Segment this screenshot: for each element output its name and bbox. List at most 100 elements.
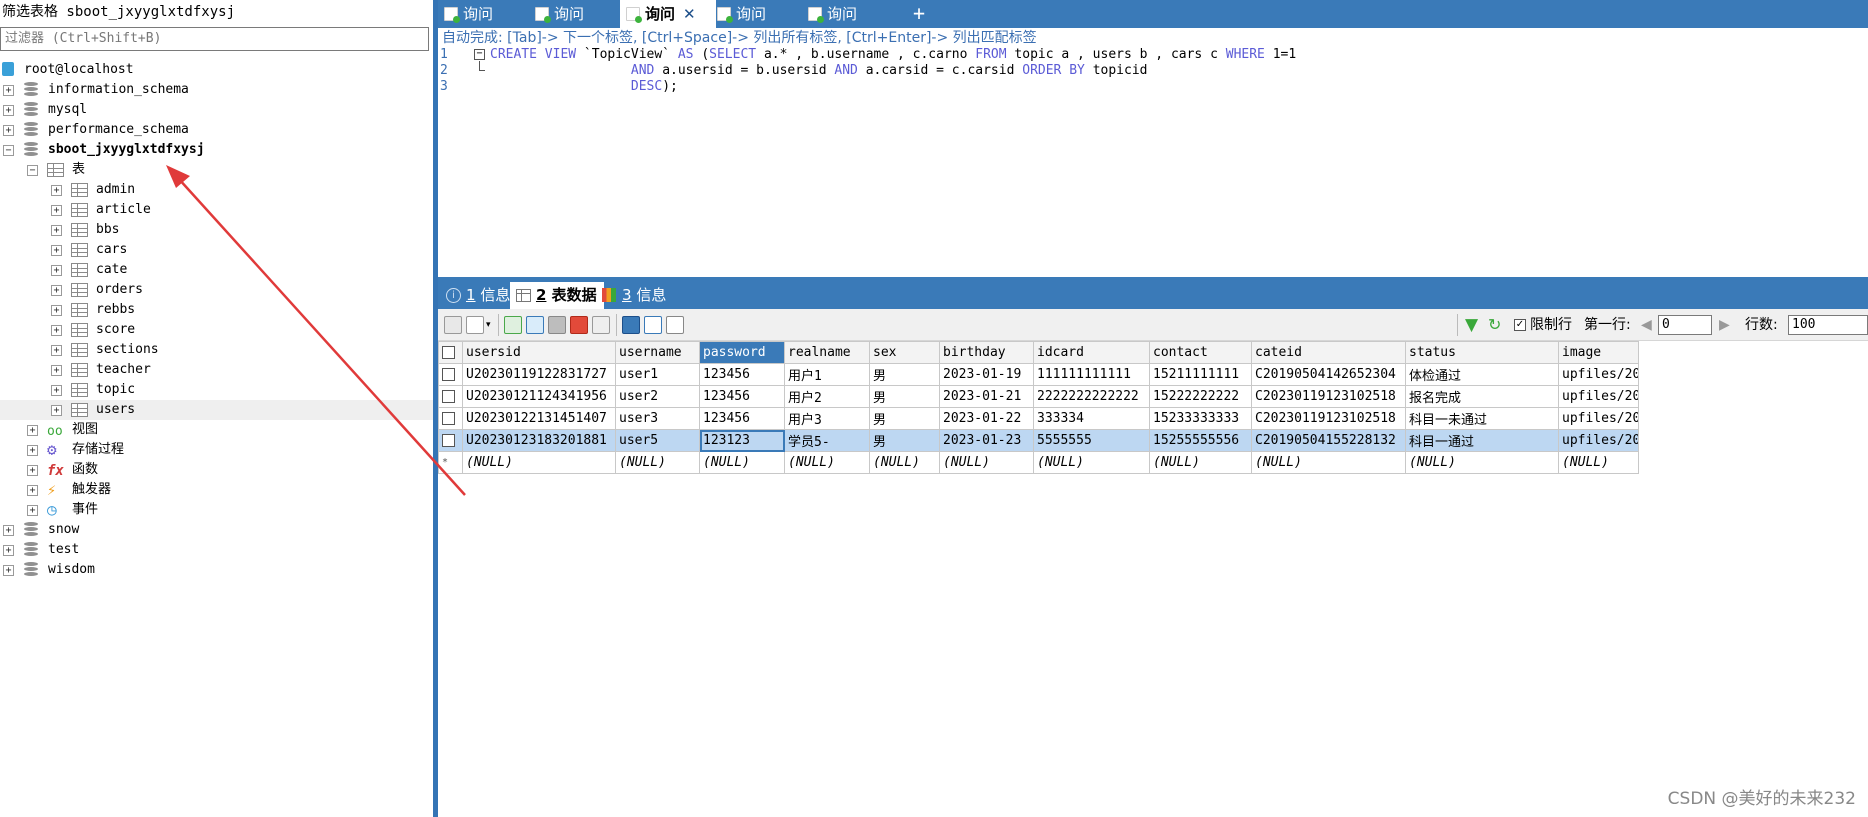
rows-input[interactable]: 100	[1788, 315, 1868, 335]
row-checkbox[interactable]	[438, 385, 463, 408]
tree-folder-procedure[interactable]: + ⚙ 存储过程	[0, 440, 433, 460]
expand-icon[interactable]: +	[51, 385, 62, 396]
prev-page-icon[interactable]: ◀	[1641, 316, 1652, 334]
new-row[interactable]: * (NULL) (NULL) (NULL) (NULL) (NULL) (NULL) (NU…	[438, 451, 1639, 474]
cell-idcard[interactable]: 111111111111	[1033, 363, 1150, 386]
cell-realname[interactable]: 用户1	[784, 363, 870, 386]
tree-table-rebbs[interactable]: + rebbs	[0, 300, 433, 320]
fold-toggle-icon[interactable]: −	[474, 49, 485, 60]
cell-status[interactable]: 科目一通过	[1405, 429, 1559, 452]
column-header-cateid[interactable]: cateid	[1251, 341, 1406, 364]
cell-image[interactable]: upfiles/202	[1558, 429, 1639, 452]
save-changes-icon[interactable]	[444, 316, 462, 334]
tree-table-bbs[interactable]: + bbs	[0, 220, 433, 240]
limit-rows-checkbox[interactable]: ✓	[1514, 316, 1526, 334]
cell-null-username[interactable]: (NULL)	[615, 451, 700, 474]
export-icon[interactable]	[466, 316, 484, 334]
cell-sex[interactable]: 男	[869, 407, 940, 430]
tree-db-information_schema[interactable]: + information_schema	[0, 80, 433, 100]
cell-cateid[interactable]: C20190504155228132	[1251, 429, 1406, 452]
cell-null-sex[interactable]: (NULL)	[869, 451, 940, 474]
result-tab-3[interactable]: 3 信息	[596, 282, 668, 309]
result-tab-1[interactable]: i1 信息	[440, 282, 512, 309]
cell-contact[interactable]: 15211111111	[1149, 363, 1252, 386]
tree-table-topic[interactable]: + topic	[0, 380, 433, 400]
cell-birthday[interactable]: 2023-01-19	[939, 363, 1034, 386]
cell-null-usersid[interactable]: (NULL)	[462, 451, 616, 474]
column-header-usersid[interactable]: usersid	[462, 341, 616, 364]
close-tab-icon[interactable]: ✕	[683, 5, 696, 23]
cell-status[interactable]: 科目一未通过	[1405, 407, 1559, 430]
tree-db-performance_schema[interactable]: + performance_schema	[0, 120, 433, 140]
expand-icon[interactable]: +	[27, 465, 38, 476]
next-page-icon[interactable]: ▶	[1719, 316, 1730, 334]
row-checkbox[interactable]	[438, 363, 463, 386]
expand-icon[interactable]: +	[51, 365, 62, 376]
column-header-username[interactable]: username	[615, 341, 700, 364]
expand-icon[interactable]: +	[51, 405, 62, 416]
expand-icon[interactable]: +	[3, 105, 14, 116]
tree-table-users[interactable]: + users	[0, 400, 433, 420]
cell-null-password[interactable]: (NULL)	[699, 451, 785, 474]
select-all-checkbox[interactable]	[438, 341, 463, 364]
cell-password[interactable]: 123456	[699, 407, 785, 430]
query-tab-2[interactable]: 询问	[529, 0, 617, 28]
column-header-password[interactable]: password	[699, 341, 785, 364]
text-view-icon[interactable]	[666, 316, 684, 334]
tree-root-server[interactable]: root@localhost	[0, 60, 433, 80]
tree-table-score[interactable]: + score	[0, 320, 433, 340]
tree-folder-event[interactable]: + ◷ 事件	[0, 500, 433, 520]
table-row[interactable]: U20230121124341956 user2 123456 用户2 男 2023-01…	[438, 385, 1639, 408]
cell-usersid[interactable]: U20230119122831727	[462, 363, 616, 386]
tree-folder-tables[interactable]: − 表	[0, 160, 433, 180]
cell-contact[interactable]: 15222222222	[1149, 385, 1252, 408]
cell-username[interactable]: user5	[615, 429, 700, 452]
duplicate-row-icon[interactable]	[526, 316, 544, 334]
expand-icon[interactable]: +	[3, 125, 14, 136]
tree-folder-trigger[interactable]: + ⚡ 触发器	[0, 480, 433, 500]
tree-db-mysql[interactable]: + mysql	[0, 100, 433, 120]
query-tab-5[interactable]: 询问	[802, 0, 890, 28]
expand-icon[interactable]: +	[27, 445, 38, 456]
expand-icon[interactable]: +	[27, 505, 38, 516]
expand-icon[interactable]: +	[51, 265, 62, 276]
cancel-changes-icon[interactable]	[592, 316, 610, 334]
expand-icon[interactable]: +	[3, 525, 14, 536]
column-header-birthday[interactable]: birthday	[939, 341, 1034, 364]
tree-table-sections[interactable]: + sections	[0, 340, 433, 360]
cell-sex[interactable]: 男	[869, 363, 940, 386]
expand-icon[interactable]: +	[3, 85, 14, 96]
query-tab-1[interactable]: 询问	[438, 0, 526, 28]
cell-image[interactable]: upfiles/202	[1558, 385, 1639, 408]
filter-icon[interactable]: ▼	[1465, 316, 1478, 334]
cell-password[interactable]: 123123	[699, 429, 785, 452]
row-checkbox[interactable]	[438, 429, 463, 452]
collapse-icon[interactable]: −	[3, 145, 14, 156]
tree-table-cars[interactable]: + cars	[0, 240, 433, 260]
tree-db-snow[interactable]: + snow	[0, 520, 433, 540]
column-header-image[interactable]: image	[1558, 341, 1639, 364]
tree-folder-function[interactable]: + fx 函数	[0, 460, 433, 480]
expand-icon[interactable]: +	[51, 305, 62, 316]
cell-idcard[interactable]: 5555555	[1033, 429, 1150, 452]
cell-cateid[interactable]: C20230119123102518	[1251, 385, 1406, 408]
cell-realname[interactable]: 学员5-	[784, 429, 870, 452]
tree-folder-view[interactable]: + oo 视图	[0, 420, 433, 440]
sql-editor[interactable]: − 1 CREATE VIEW `TopicView` AS (SELECT a.…	[438, 47, 1868, 277]
filter-input[interactable]: 过滤器 (Ctrl+Shift+B)	[0, 27, 429, 51]
tree-db-active[interactable]: − sboot_jxyyglxtdfxysj	[0, 140, 433, 160]
cell-image[interactable]: upfiles/202	[1558, 363, 1639, 386]
cell-null-realname[interactable]: (NULL)	[784, 451, 870, 474]
row-checkbox[interactable]	[438, 407, 463, 430]
cell-cateid[interactable]: C20190504142652304	[1251, 363, 1406, 386]
table-row[interactable]: U20230119122831727 user1 123456 用户1 男 2023-01…	[438, 363, 1639, 386]
new-tab-button[interactable]: +	[913, 0, 925, 28]
query-tab-4[interactable]: 询问	[711, 0, 799, 28]
tree-db-test[interactable]: + test	[0, 540, 433, 560]
expand-icon[interactable]: +	[51, 245, 62, 256]
table-row[interactable]: U20230122131451407 user3 123456 用户3 男 2023-01…	[438, 407, 1639, 430]
cell-birthday[interactable]: 2023-01-21	[939, 385, 1034, 408]
table-row[interactable]: U20230123183201881 user5 123123 学员5- 男 2023-0…	[438, 429, 1639, 452]
tree-table-article[interactable]: + article	[0, 200, 433, 220]
expand-icon[interactable]: +	[51, 225, 62, 236]
